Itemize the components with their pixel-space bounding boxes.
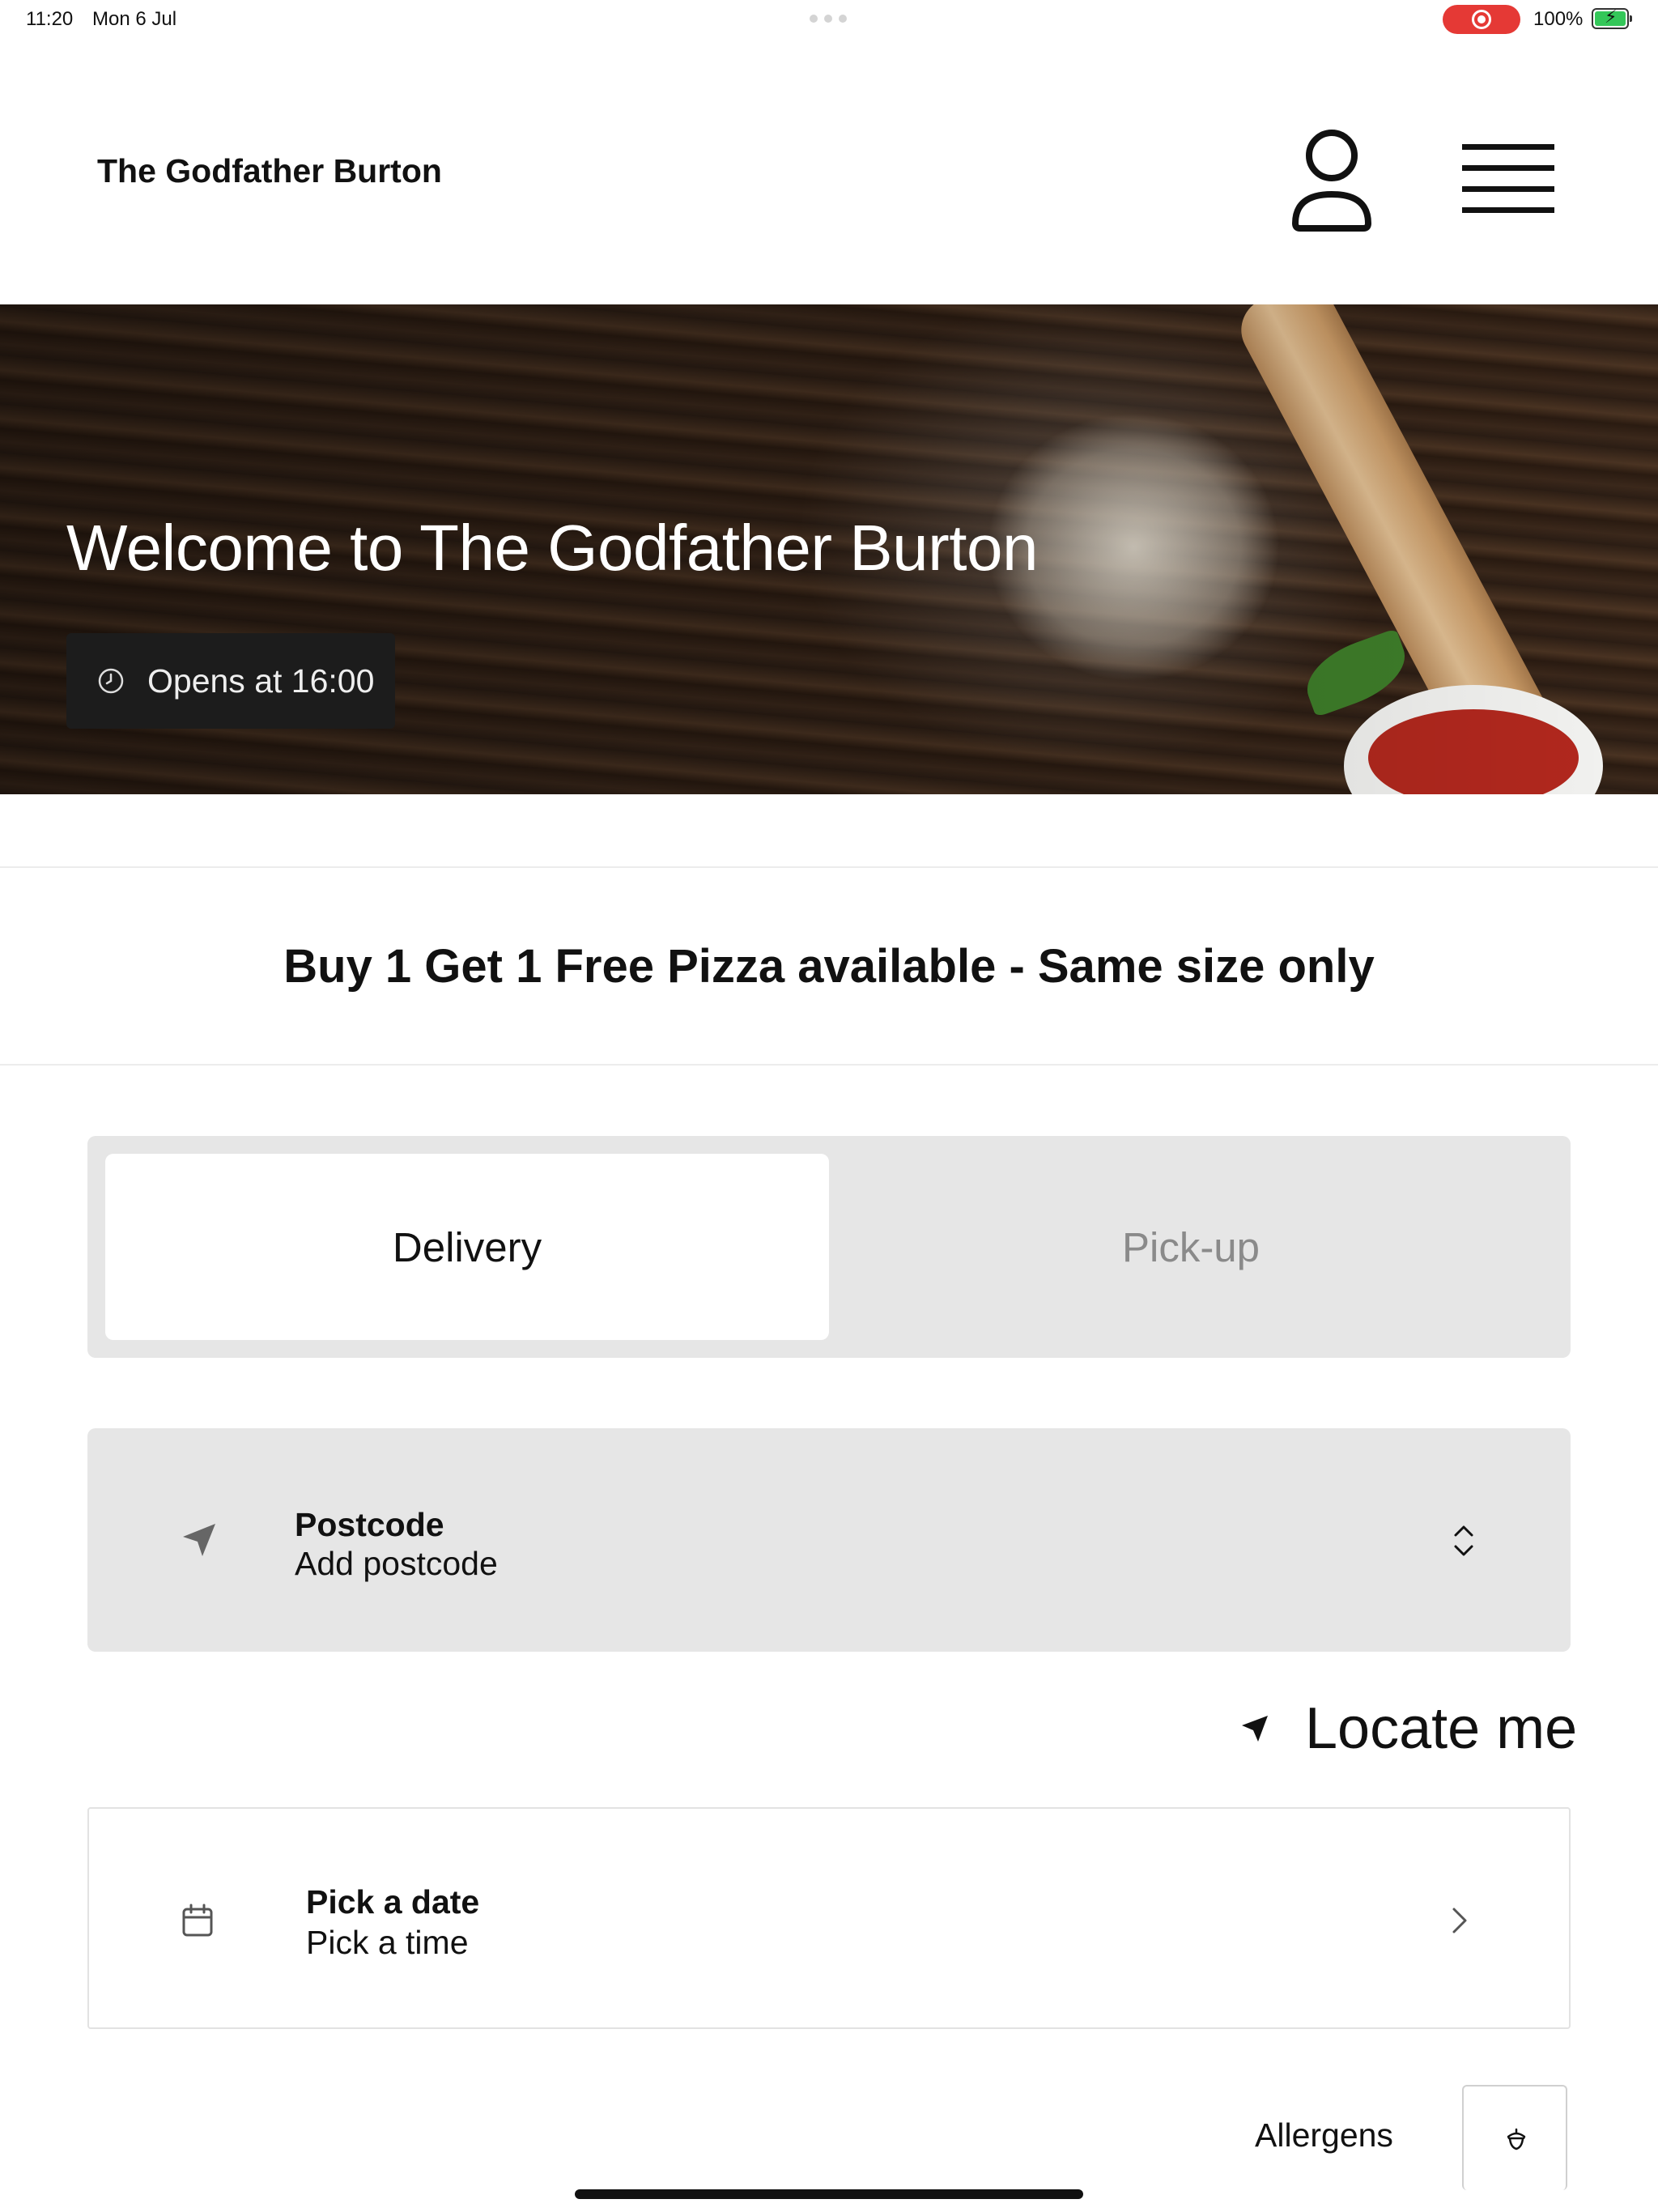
order-mode-toggle: Delivery Pick-up bbox=[87, 1136, 1571, 1358]
hero-banner: Welcome to The Godfather Burton Opens at… bbox=[0, 304, 1658, 794]
welcome-title: Welcome to The Godfather Burton bbox=[66, 512, 1038, 584]
hamburger-menu-icon bbox=[1462, 144, 1554, 213]
clock-icon bbox=[98, 668, 124, 694]
user-icon bbox=[1292, 130, 1371, 232]
multitasking-handle[interactable] bbox=[810, 15, 847, 23]
account-button[interactable] bbox=[1287, 128, 1376, 233]
status-bar: 11:20 Mon 6 Jul 100% ⚡ bbox=[0, 0, 1658, 39]
site-header: The Godfather Burton bbox=[0, 39, 1658, 304]
allergens-button[interactable] bbox=[1462, 2085, 1567, 2190]
charging-bolt-icon: ⚡ bbox=[1605, 6, 1618, 27]
opening-hours-text: Opens at 16:00 bbox=[147, 661, 375, 700]
pick-date-label: Pick a date bbox=[306, 1883, 480, 1921]
screen-recording-indicator[interactable] bbox=[1443, 5, 1520, 34]
postcode-label: Postcode bbox=[295, 1506, 444, 1543]
pick-time-label: Pick a time bbox=[306, 1924, 469, 1961]
calendar-icon bbox=[182, 1904, 213, 1937]
record-icon bbox=[1472, 10, 1491, 29]
opening-hours-badge: Opens at 16:00 bbox=[66, 633, 395, 729]
status-date: Mon 6 Jul bbox=[92, 8, 177, 30]
chevron-right-icon bbox=[1452, 1908, 1467, 1933]
promo-text: Buy 1 Get 1 Free Pizza available - Same … bbox=[283, 939, 1375, 993]
postcode-value: Add postcode bbox=[295, 1545, 498, 1582]
menu-button[interactable] bbox=[1462, 134, 1554, 223]
navigation-arrow-icon bbox=[183, 1524, 215, 1556]
status-time: 11:20 bbox=[26, 8, 74, 30]
promo-banner: Buy 1 Get 1 Free Pizza available - Same … bbox=[0, 866, 1658, 1066]
brand-name[interactable]: The Godfather Burton bbox=[97, 152, 442, 190]
locate-me-label: Locate me bbox=[1305, 1696, 1578, 1761]
allergens-label[interactable]: Allergens bbox=[1255, 2116, 1393, 2155]
locate-me-button[interactable]: Locate me bbox=[1239, 1692, 1577, 1765]
home-indicator[interactable] bbox=[575, 2189, 1083, 2199]
postcode-selector[interactable]: Postcode Add postcode bbox=[87, 1428, 1571, 1652]
battery-percentage: 100% bbox=[1533, 8, 1584, 30]
date-time-picker[interactable]: Pick a date Pick a time bbox=[87, 1807, 1571, 2029]
location-arrow-icon bbox=[1242, 1716, 1268, 1742]
acorn-icon bbox=[1507, 2128, 1526, 2150]
tab-pick-up[interactable]: Pick-up bbox=[829, 1154, 1553, 1340]
battery-icon: ⚡ bbox=[1592, 6, 1632, 29]
tab-delivery[interactable]: Delivery bbox=[105, 1154, 829, 1340]
chevron-up-down-icon bbox=[1454, 1525, 1473, 1556]
